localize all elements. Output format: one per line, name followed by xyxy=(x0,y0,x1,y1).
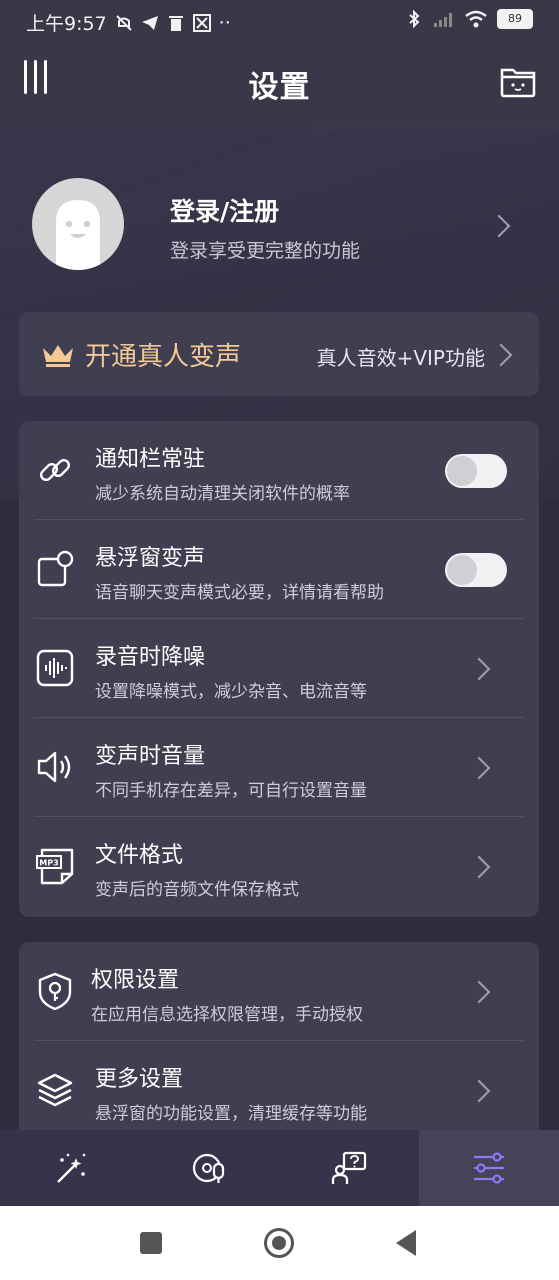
setting-file-format[interactable]: MP3 文件格式 变声后的音频文件保存格式 xyxy=(19,817,539,916)
system-navigation-bar xyxy=(0,1206,559,1280)
setting-title: 变声时音量 xyxy=(95,744,206,769)
setting-subtitle: 减少系统自动清理关闭软件的概率 xyxy=(95,484,350,504)
tab-voice-effects[interactable] xyxy=(0,1130,139,1206)
notification-resident-toggle[interactable] xyxy=(445,454,507,488)
setting-title: 悬浮窗变声 xyxy=(95,546,206,571)
avatar[interactable] xyxy=(32,178,124,270)
ghost-avatar-icon xyxy=(56,200,100,270)
battery-level: 89 xyxy=(508,12,522,25)
setting-title: 权限设置 xyxy=(91,968,180,993)
waveform-icon xyxy=(36,649,74,687)
crown-icon xyxy=(43,345,73,367)
tab-help[interactable] xyxy=(279,1130,418,1206)
tab-settings[interactable] xyxy=(419,1130,559,1206)
setting-title: 文件格式 xyxy=(95,843,184,868)
setting-title: 录音时降噪 xyxy=(95,645,206,670)
toggle-knob xyxy=(447,555,477,585)
mp3-file-icon: MP3 xyxy=(36,848,74,885)
home-button[interactable] xyxy=(264,1228,294,1258)
setting-title: 通知栏常驻 xyxy=(95,447,206,472)
chevron-right-icon xyxy=(467,756,491,780)
setting-subtitle: 语音聊天变声模式必要，详情请看帮助 xyxy=(95,583,384,603)
login-row[interactable]: 登录/注册 登录享受更完整的功能 xyxy=(0,178,559,274)
mp3-label: MP3 xyxy=(39,859,58,868)
recent-apps-button[interactable] xyxy=(140,1232,162,1254)
vip-card[interactable]: 开通真人变声 真人音效+VIP功能 xyxy=(19,312,539,396)
status-bar: 上午9:57 ·· 89 xyxy=(0,0,559,44)
header: 设置 xyxy=(0,50,559,114)
mute-icon xyxy=(115,14,132,31)
status-dots: ·· xyxy=(218,11,231,34)
chevron-right-icon xyxy=(467,855,491,879)
shield-key-icon xyxy=(38,972,72,1010)
battery-indicator: 89 xyxy=(497,9,533,29)
setting-title: 更多设置 xyxy=(95,1067,184,1092)
setting-subtitle: 在应用信息选择权限管理，手动授权 xyxy=(91,1005,363,1025)
tab-voice-changer[interactable] xyxy=(140,1130,279,1206)
settings-sliders-icon xyxy=(474,1152,504,1184)
chevron-right-icon xyxy=(467,657,491,681)
bluetooth-icon xyxy=(409,10,420,28)
floating-window-toggle[interactable] xyxy=(445,553,507,587)
setting-subtitle: 变声后的音频文件保存格式 xyxy=(95,880,299,900)
settings-group-main: 通知栏常驻 减少系统自动清理关闭软件的概率 悬浮窗变声 语音聊天变声模式必要，详… xyxy=(19,421,539,917)
login-subtitle: 登录享受更完整的功能 xyxy=(170,240,361,262)
setting-subtitle: 设置降噪模式，减少杂音、电流音等 xyxy=(95,682,367,702)
floating-window-icon xyxy=(37,550,74,587)
trash-icon xyxy=(168,15,183,31)
vip-label: 开通真人变声 xyxy=(85,342,242,372)
magic-wand-icon xyxy=(56,1153,85,1183)
chevron-right-icon xyxy=(467,980,491,1004)
folder-icon[interactable] xyxy=(499,64,537,98)
signal-icon xyxy=(434,13,452,27)
speaker-icon xyxy=(37,751,71,783)
chevron-right-icon xyxy=(489,343,513,367)
settings-group-other: 权限设置 在应用信息选择权限管理，手动授权 更多设置 悬浮窗的功能设置，清理缓存… xyxy=(19,942,539,1142)
back-button[interactable] xyxy=(396,1230,416,1256)
toggle-knob xyxy=(447,456,477,486)
vip-description: 真人音效+VIP功能 xyxy=(316,346,485,370)
telegram-icon xyxy=(141,15,158,30)
layers-icon xyxy=(37,1073,73,1107)
page-title: 设置 xyxy=(248,70,311,105)
setting-more[interactable]: 更多设置 悬浮窗的功能设置，清理缓存等功能 xyxy=(19,1041,539,1140)
setting-subtitle: 悬浮窗的功能设置，清理缓存等功能 xyxy=(95,1104,367,1124)
bottom-tab-bar xyxy=(0,1130,559,1206)
app-notification-icon xyxy=(192,13,211,32)
voice-disc-icon xyxy=(192,1153,224,1183)
setting-voice-volume[interactable]: 变声时音量 不同手机存在差异，可自行设置音量 xyxy=(19,718,539,817)
setting-permissions[interactable]: 权限设置 在应用信息选择权限管理，手动授权 xyxy=(19,942,539,1041)
chevron-right-icon xyxy=(487,214,511,238)
setting-subtitle: 不同手机存在差异，可自行设置音量 xyxy=(95,781,367,801)
wifi-icon xyxy=(465,10,487,28)
setting-noise-reduction[interactable]: 录音时降噪 设置降噪模式，减少杂音、电流音等 xyxy=(19,619,539,718)
chevron-right-icon xyxy=(467,1079,491,1103)
login-title: 登录/注册 xyxy=(170,197,280,226)
link-icon xyxy=(39,458,71,482)
setting-floating-window[interactable]: 悬浮窗变声 语音聊天变声模式必要，详情请看帮助 xyxy=(19,520,539,619)
setting-notification-resident[interactable]: 通知栏常驻 减少系统自动清理关闭软件的概率 xyxy=(19,421,539,520)
help-person-icon xyxy=(331,1151,366,1184)
status-time: 上午9:57 xyxy=(26,13,107,35)
